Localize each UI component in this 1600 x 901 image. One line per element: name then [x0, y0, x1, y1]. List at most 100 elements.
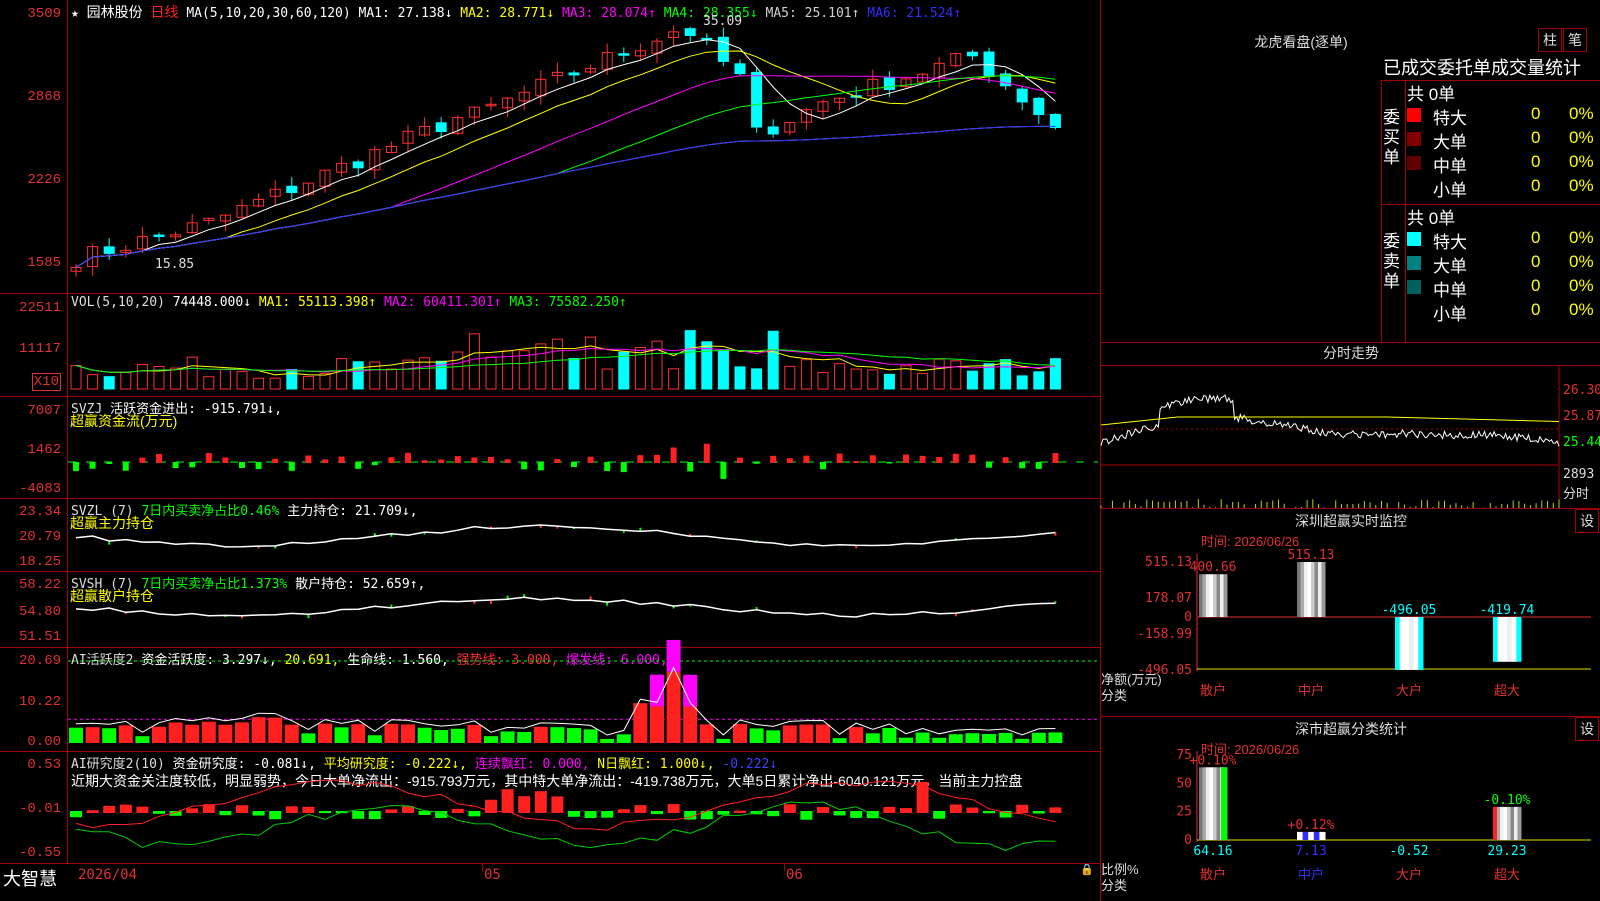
flow-bar [438, 459, 445, 463]
lock-icon[interactable]: 🔒 [1080, 863, 1094, 876]
volume-bar [717, 349, 729, 390]
activity-bar [301, 733, 316, 743]
monitor-bar-stripe [1297, 562, 1301, 617]
monitor-bar-stripe [1321, 562, 1326, 617]
tick-view-button[interactable]: 笔 [1563, 28, 1587, 52]
flow-bar [886, 462, 893, 464]
svzj-chart[interactable] [68, 396, 1098, 498]
volume-bar [120, 372, 132, 390]
price-panel[interactable]: 3509 2868 2226 1585 ★ 园林股份 日线 MA(5,10,20… [0, 0, 1100, 294]
classify-bar-stripe [1313, 831, 1320, 840]
svzj-panel[interactable]: 7007 1462 -4083 SVZJ 活跃资金进出: -915.791↓, … [0, 396, 1100, 499]
activity-bar [351, 724, 366, 743]
date-axis: 大智慧 2026/04 05 06 🔒 [0, 863, 1100, 900]
order-p: 0% [1569, 128, 1594, 147]
classify-bar-accent [1493, 806, 1497, 840]
candlestick-chart[interactable] [68, 0, 1098, 293]
monitor-category: 超大 [1494, 684, 1520, 699]
bar-view-button[interactable]: 柱 [1538, 28, 1562, 52]
price-tick: 1585 [27, 255, 61, 271]
svzl-tick: 20.79 [18, 529, 61, 545]
volume-chart[interactable] [68, 293, 1098, 396]
svsh-tick: 58.22 [18, 577, 61, 593]
flow-bar [1019, 462, 1026, 469]
monitor-category: 散户 [1200, 683, 1226, 699]
svzl-chart[interactable] [68, 498, 1098, 571]
flow-bar [654, 454, 660, 463]
flow-bar [288, 462, 295, 471]
monitor-bar-stripe [1300, 562, 1305, 617]
ai-research-panel[interactable]: 0.53 -0.01 -0.55 AI研究度2(10) 资金研究度: -0.08… [0, 751, 1100, 864]
svsh-chart[interactable] [68, 571, 1098, 647]
ai-activity-panel[interactable]: 20.69 10.22 0.00 AI活跃度2 资金活跃度: 3.297↓, 2… [0, 639, 1100, 752]
classify-value-label: 29.23 [1487, 844, 1526, 859]
candle-body [435, 122, 447, 133]
candle-body [103, 246, 115, 254]
intraday-chart[interactable] [1100, 365, 1600, 509]
research-bar [883, 806, 896, 813]
research-bar [368, 811, 381, 820]
order-p: 0% [1569, 228, 1594, 247]
flow-bar [322, 459, 328, 463]
monitor-bar-stripe [1404, 617, 1410, 670]
monitor-bar-stripe [1511, 617, 1517, 662]
classify-bar [1493, 806, 1522, 840]
volume-panel[interactable]: 22511 11117 X10 VOL(5,10,20) 74448.000↓ … [0, 293, 1100, 397]
flow-bar [89, 462, 96, 469]
monitor-bar-stripe [1307, 562, 1312, 617]
activity-bar [882, 727, 897, 743]
research-bar [119, 804, 132, 813]
flow-bar [239, 462, 245, 468]
monitor-tick: 178.07 [1145, 591, 1192, 606]
research-bar [319, 811, 331, 814]
activity-bar [367, 735, 382, 743]
svzl-panel[interactable]: 23.34 20.79 18.25 SVZL (7) 7日内买卖净占比0.46%… [0, 498, 1100, 572]
order-p: 0% [1569, 176, 1594, 195]
order-color-swatch [1407, 304, 1421, 318]
flow-bar [936, 457, 943, 463]
research-bar [667, 804, 680, 813]
order-v: 0 [1531, 152, 1541, 171]
ai-research-chart[interactable] [68, 751, 1098, 863]
order-name: 小单 [1433, 181, 1467, 200]
monitor-bar-stripe [1220, 574, 1224, 617]
activity-bar [135, 736, 150, 743]
intraday-panel[interactable]: 分时走势 26.30 25.87 25.44 2893 分时 [1100, 342, 1600, 509]
monitor-bar-stripe [1493, 617, 1499, 662]
monitor-panel[interactable]: 深圳超赢实时监控 设 时间: 2026/06/26 515.13 178.07 0-… [1100, 508, 1600, 717]
classify-bar-stripe [1213, 767, 1217, 840]
volume-bar [933, 358, 945, 390]
monitor-tick: 0 [1184, 610, 1192, 625]
volume-bar [170, 367, 182, 390]
holding-line [75, 524, 1056, 548]
ai-activity-chart[interactable] [68, 639, 1098, 751]
vol-unit: X10 [31, 373, 61, 391]
classify-bar [1297, 831, 1326, 840]
classify-bar-stripe [1510, 806, 1515, 840]
classify-tick: 25 [1176, 805, 1192, 820]
activity-bar [799, 724, 814, 743]
classify-panel[interactable]: 深市超赢分类统计 设 时间: 2026/06/26 75 50 25 0 +0.10% 6… [1100, 716, 1600, 901]
ma-line [75, 125, 1056, 268]
order-name: 中单 [1433, 157, 1467, 176]
monitor-bar-stripe [1304, 562, 1308, 617]
activity-bar [85, 727, 100, 743]
candle-body [1033, 97, 1045, 116]
volume-bar [319, 372, 331, 390]
classify-tick: 50 [1176, 776, 1192, 791]
flow-bar [488, 456, 494, 463]
research-bar [468, 811, 481, 817]
classify-bar-stripe [1199, 767, 1203, 840]
monitor-bar-label: -496.05 [1382, 603, 1437, 618]
flow-bar [604, 462, 611, 471]
volume-bar [87, 374, 99, 390]
flow-bar [903, 454, 909, 463]
research-bar [103, 805, 116, 813]
activity-bar [766, 730, 781, 743]
activity-bar [998, 732, 1013, 743]
volume-bar [800, 359, 812, 390]
monitor-bar-stripe [1395, 617, 1401, 670]
volume-bar [867, 369, 879, 390]
svsh-panel[interactable]: 58.22 54.80 51.51 SVSH (7) 7日内买卖净占比1.373… [0, 571, 1100, 648]
activity-bar [218, 724, 233, 743]
